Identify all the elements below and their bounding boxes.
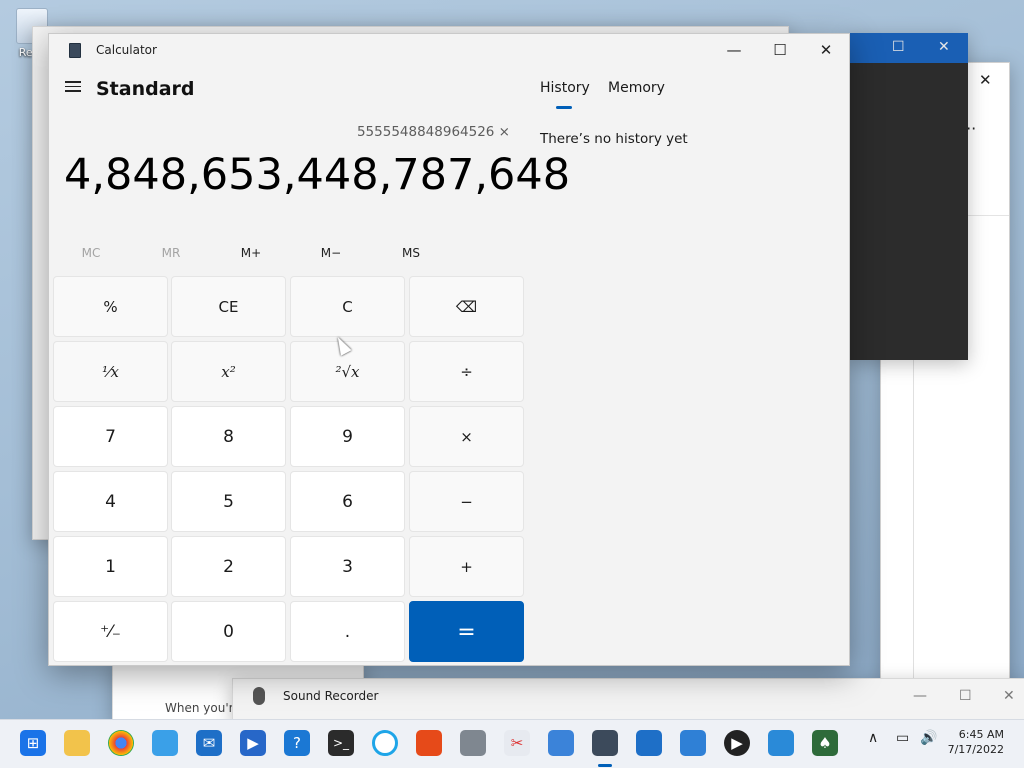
digit-6-button[interactable]: 6 bbox=[290, 471, 405, 532]
help-icon[interactable]: ? bbox=[284, 730, 310, 756]
digit-5-button[interactable]: 5 bbox=[171, 471, 286, 532]
terminal-icon[interactable]: >_ bbox=[328, 730, 354, 756]
memory-subtract-button[interactable]: M− bbox=[291, 246, 371, 260]
memory-recall-button[interactable]: MR bbox=[131, 246, 211, 260]
clock-time: 6:45 AM bbox=[958, 728, 1004, 741]
decimal-button[interactable]: . bbox=[290, 601, 405, 662]
close-button[interactable]: ✕ bbox=[979, 71, 992, 89]
media-player-icon[interactable]: ▶ bbox=[240, 730, 266, 756]
divide-button[interactable]: ÷ bbox=[409, 341, 524, 402]
subtract-button[interactable]: − bbox=[409, 471, 524, 532]
calculator-mode-title: Standard bbox=[96, 78, 195, 100]
mail-icon[interactable]: ✉ bbox=[196, 730, 222, 756]
history-empty-message: There’s no history yet bbox=[540, 131, 688, 147]
sound-recorder-title: Sound Recorder bbox=[283, 689, 379, 703]
file-explorer-icon[interactable] bbox=[64, 730, 90, 756]
hamburger-menu-icon[interactable] bbox=[63, 78, 83, 98]
clock[interactable]: 6:45 AM 7/17/2022 bbox=[948, 727, 1004, 757]
clear-button[interactable]: C bbox=[290, 276, 405, 337]
chrome-icon[interactable] bbox=[108, 730, 134, 756]
taskbar: ⊞ ✉ ▶ ? >_ ✂ ▶ ♠ ∧ ▭ 🔊 6:45 AM 7/17/2022 bbox=[0, 719, 1024, 768]
active-tab-indicator bbox=[556, 106, 572, 109]
negate-button[interactable]: ⁺⁄₋ bbox=[53, 601, 168, 662]
pc-icon[interactable] bbox=[636, 730, 662, 756]
notepad-icon[interactable] bbox=[548, 730, 574, 756]
calculator-taskbar-icon[interactable] bbox=[592, 730, 618, 756]
maximize-button[interactable]: ☐ bbox=[959, 688, 972, 704]
sound-recorder-window[interactable]: Sound Recorder — ☐ ✕ bbox=[232, 678, 1024, 724]
percent-button[interactable]: % bbox=[53, 276, 168, 337]
dark-window[interactable]: ☐ ✕ bbox=[848, 33, 968, 360]
reciprocal-button[interactable]: ¹⁄x bbox=[53, 341, 168, 402]
media-icon[interactable]: ▶ bbox=[724, 730, 750, 756]
dark-window-titlebar bbox=[848, 33, 968, 63]
office-icon[interactable] bbox=[416, 730, 442, 756]
memory-clear-button[interactable]: MC bbox=[51, 246, 131, 260]
microphone-icon bbox=[253, 687, 265, 705]
expression-display: 5555548848964526 × bbox=[356, 124, 510, 140]
backspace-button[interactable]: ⌫ bbox=[409, 276, 524, 337]
store-icon[interactable] bbox=[680, 730, 706, 756]
digit-4-button[interactable]: 4 bbox=[53, 471, 168, 532]
tab-memory[interactable]: Memory bbox=[608, 80, 665, 96]
result-display: 4,848,653,448,787,648 bbox=[64, 150, 571, 200]
clock-date: 7/17/2022 bbox=[947, 743, 1004, 756]
digit-9-button[interactable]: 9 bbox=[290, 406, 405, 467]
close-button[interactable]: ✕ bbox=[938, 39, 950, 55]
minimize-button[interactable]: — bbox=[913, 688, 927, 704]
tab-history[interactable]: History bbox=[540, 80, 590, 96]
digit-2-button[interactable]: 2 bbox=[171, 536, 286, 597]
calculator-icon bbox=[69, 43, 81, 58]
multiply-button[interactable]: × bbox=[409, 406, 524, 467]
equals-button[interactable]: = bbox=[409, 601, 524, 662]
network-status-icon[interactable]: ▭ bbox=[896, 730, 909, 746]
window-title: Calculator bbox=[96, 43, 157, 57]
network-icon[interactable] bbox=[152, 730, 178, 756]
snipping-tool-icon[interactable]: ✂ bbox=[504, 730, 530, 756]
active-app-indicator bbox=[598, 764, 612, 767]
memory-store-button[interactable]: MS bbox=[371, 246, 451, 260]
volume-icon[interactable]: 🔊 bbox=[920, 730, 937, 746]
maximize-button[interactable]: ☐ bbox=[892, 39, 905, 55]
close-button[interactable]: ✕ bbox=[1003, 688, 1015, 704]
close-button[interactable]: ✕ bbox=[803, 34, 849, 66]
digit-3-button[interactable]: 3 bbox=[290, 536, 405, 597]
maximize-button[interactable]: ☐ bbox=[757, 34, 803, 66]
digit-7-button[interactable]: 7 bbox=[53, 406, 168, 467]
desktop: Recy — ☐ ✕ ▣ ··· rvers ☐ ✕ When you're S… bbox=[0, 0, 1024, 768]
digit-0-button[interactable]: 0 bbox=[171, 601, 286, 662]
calculator-window[interactable]: Calculator — ☐ ✕ Standard 55555488489645… bbox=[48, 33, 850, 666]
digit-8-button[interactable]: 8 bbox=[171, 406, 286, 467]
solitaire-icon[interactable]: ♠ bbox=[812, 730, 838, 756]
camera-icon[interactable] bbox=[460, 730, 486, 756]
minimize-button[interactable]: — bbox=[711, 34, 757, 66]
clear-entry-button[interactable]: CE bbox=[171, 276, 286, 337]
digit-1-button[interactable]: 1 bbox=[53, 536, 168, 597]
add-button[interactable]: + bbox=[409, 536, 524, 597]
memory-row: MC MR M+ M− MS bbox=[49, 242, 531, 266]
title-bar[interactable]: Calculator — ☐ ✕ bbox=[49, 34, 849, 66]
square-button[interactable]: x² bbox=[171, 341, 286, 402]
memory-add-button[interactable]: M+ bbox=[211, 246, 291, 260]
note-text: When you're bbox=[165, 701, 241, 715]
start-button-icon[interactable]: ⊞ bbox=[20, 730, 46, 756]
photos-icon[interactable] bbox=[768, 730, 794, 756]
cortana-icon[interactable] bbox=[372, 730, 398, 756]
tray-chevron-icon[interactable]: ∧ bbox=[868, 730, 878, 746]
